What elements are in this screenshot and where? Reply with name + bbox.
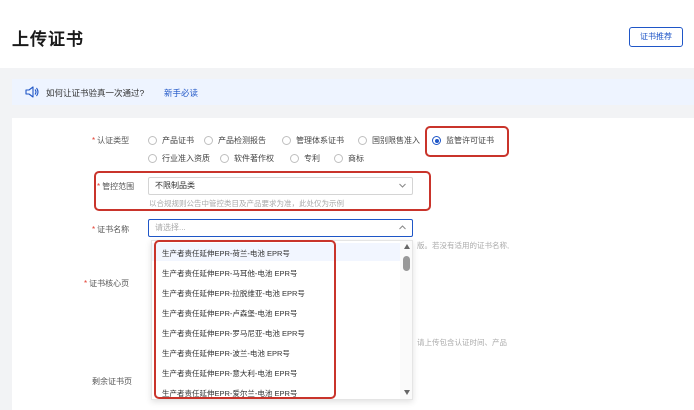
notice-question: 如何让证书验真一次通过? [46,88,145,98]
radio-icon [282,136,291,145]
radio-test-report[interactable]: 产品检测报告 [204,135,266,146]
highlight-box-dropdown-options [154,240,336,399]
remaining-pages-label: 剩余证书页 [92,377,132,386]
radio-icon [334,154,343,163]
scrollbar-thumb[interactable] [403,256,410,271]
cert-core-page-label: * 证书核心页 [84,279,130,288]
cert-name-side-hint: 版。若没有适用的证书名称, [417,241,510,250]
required-mark: * [92,136,96,145]
radio-icon [204,136,213,145]
speaker-icon [25,86,39,98]
scroll-down-arrow-icon[interactable] [404,390,410,395]
beginner-guide-link[interactable]: 新手必读 [164,87,198,99]
radio-product-cert[interactable]: 产品证书 [148,135,194,146]
radio-icon [148,136,157,145]
cert-name-label: * 证书名称 [92,225,130,234]
radio-icon [220,154,229,163]
cert-name-select[interactable]: 请选择... [148,219,413,237]
cert-core-page-hint: 请上传包含认证时间、产品 [417,338,507,347]
chevron-up-icon [399,225,406,230]
radio-patent[interactable]: 专利 [290,153,320,164]
radio-trademark[interactable]: 商标 [334,153,364,164]
required-mark: * [92,225,96,234]
radio-icon [148,154,157,163]
radio-country-restriction[interactable]: 国别限售准入 [358,135,420,146]
radio-industry-access[interactable]: 行业准入资质 [148,153,210,164]
radio-software-copyright[interactable]: 软件著作权 [220,153,274,164]
required-mark: * [84,279,88,288]
scroll-up-arrow-icon[interactable] [404,244,410,249]
highlight-box-control-scope [94,171,431,211]
notice-bar: 如何让证书验真一次通过? 新手必读 [12,79,694,105]
cert-recommend-button[interactable]: 证书推荐 [629,27,683,47]
radio-icon [290,154,299,163]
top-bar: 上传证书 证书推荐 [0,0,694,68]
cert-type-label: * 认证类型 [92,136,130,145]
radio-icon [358,136,367,145]
radio-management-system[interactable]: 管理体系证书 [282,135,344,146]
page-title: 上传证书 [12,30,84,49]
highlight-box-selected-type [425,126,509,157]
